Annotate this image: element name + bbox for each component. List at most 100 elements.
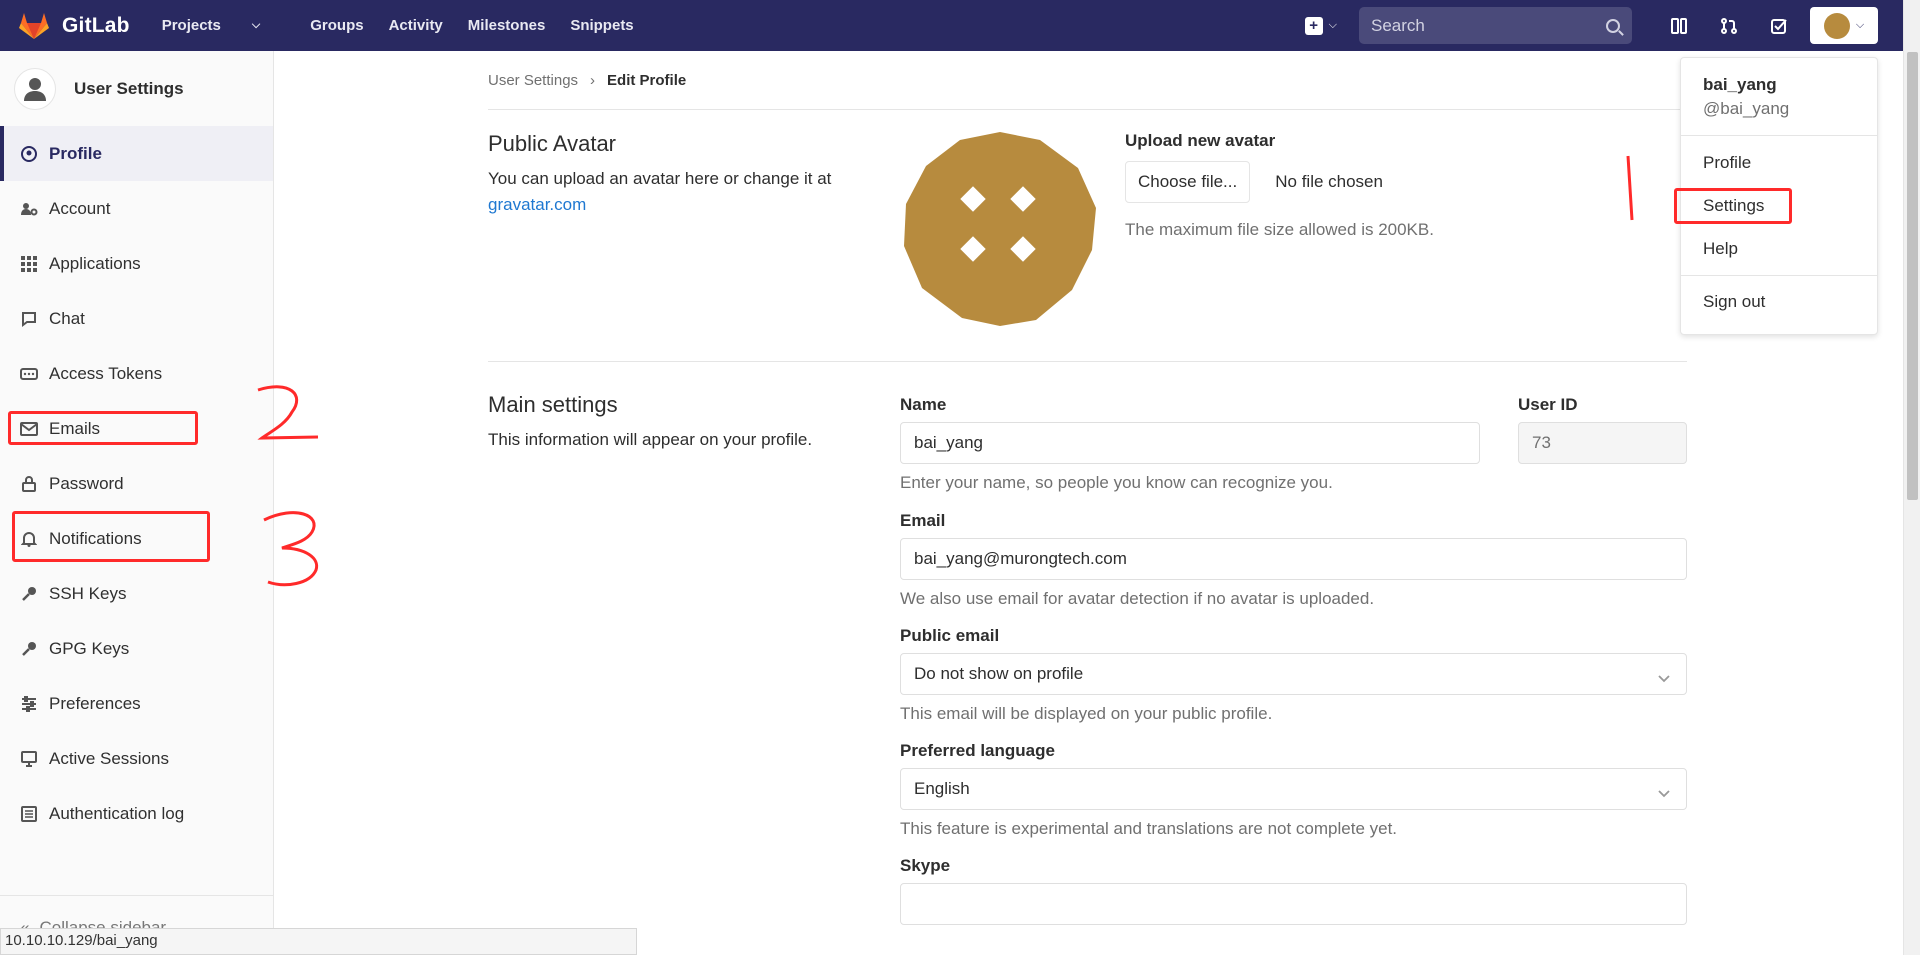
brand-name: GitLab <box>62 13 130 37</box>
language-help: This feature is experimental and transla… <box>900 819 1398 838</box>
avatar-description-text: You can upload an avatar here or change … <box>488 169 832 188</box>
choose-file-button[interactable]: Choose file... <box>1125 161 1251 203</box>
nav-activity[interactable]: Activity <box>389 17 443 34</box>
merge-requests-button[interactable] <box>1704 0 1754 51</box>
skype-label: Skype <box>900 856 951 875</box>
main-content: User Settings › Edit Profile Public Avat… <box>488 51 1688 925</box>
nav-right: + ⌵ Search ⌵ <box>1304 0 1920 51</box>
merge-request-icon <box>1721 17 1737 34</box>
nav-snippets[interactable]: Snippets <box>570 17 633 34</box>
gravatar-link[interactable]: gravatar.com <box>488 195 586 214</box>
sidebar-item-label: Access Tokens <box>49 363 163 383</box>
profile-icon <box>20 145 38 163</box>
sliders-icon <box>20 695 38 713</box>
page-scrollbar[interactable] <box>1903 0 1920 955</box>
chat-bubble-icon <box>20 310 38 328</box>
chevron-down-icon: ⌵ <box>1328 19 1337 31</box>
breadcrumb-current: Edit Profile <box>607 71 687 89</box>
sidebar-title: User Settings <box>74 78 184 98</box>
account-gears-icon <box>20 200 38 218</box>
name-help: Enter your name, so people you know can … <box>900 473 1333 492</box>
avatar-upload: Upload new avatar Choose file... No file… <box>1125 131 1434 240</box>
sidebar-items: Profile Account Applications Chat Access Tok… <box>0 126 273 841</box>
dropdown-sign-out[interactable]: Sign out <box>1681 280 1877 323</box>
sidebar-item-label: GPG Keys <box>49 638 130 658</box>
language-value: English <box>914 779 970 798</box>
language-label: Preferred language <box>900 741 1055 760</box>
gitlab-home-link[interactable]: GitLab <box>18 10 130 42</box>
sidebar-item-active-sessions[interactable]: Active Sessions <box>0 731 273 786</box>
email-field[interactable]: bai_yang@murongtech.com <box>900 538 1687 580</box>
sidebar-item-preferences[interactable]: Preferences <box>0 676 273 731</box>
annotation-box-settings <box>1674 188 1792 224</box>
user-id-label: User ID <box>1518 395 1578 414</box>
browser-status-url: 10.10.10.129/bai_yang <box>0 928 637 955</box>
public-avatar-section: Public Avatar You can upload an avatar h… <box>488 110 1687 361</box>
lock-icon <box>20 475 38 493</box>
nav-projects-label: Projects <box>161 17 221 34</box>
breadcrumb: User Settings › Edit Profile <box>488 51 1687 110</box>
main-nav: Projects ⌵ Groups Activity Milestones Sni… <box>162 17 659 34</box>
sidebar-item-gpg-keys[interactable]: GPG Keys <box>0 621 273 676</box>
sidebar-header[interactable]: User Settings <box>0 51 273 126</box>
chevron-down-icon <box>1658 783 1670 803</box>
sidebar-item-label: Applications <box>49 253 141 273</box>
sidebar-item-profile[interactable]: Profile <box>0 126 273 181</box>
dropdown-divider <box>1681 275 1877 276</box>
monitor-icon <box>20 750 38 768</box>
log-list-icon <box>20 805 38 823</box>
sidebar-item-label: Preferences <box>49 693 141 713</box>
chevron-down-icon: ⌵ <box>1855 19 1865 31</box>
sidebar-item-ssh-keys[interactable]: SSH Keys <box>0 566 273 621</box>
top-navbar: GitLab Projects ⌵ Groups Activity Milesto… <box>0 0 1920 51</box>
dropdown-help[interactable]: Help <box>1681 227 1877 270</box>
user-id-field: 73 <box>1518 422 1687 464</box>
todos-button[interactable] <box>1754 0 1804 51</box>
settings-sidebar: User Settings Profile Account Applications… <box>0 51 274 955</box>
sidebar-item-authentication-log[interactable]: Authentication log <box>0 786 273 841</box>
skype-field[interactable] <box>900 883 1687 925</box>
sidebar-item-label: SSH Keys <box>49 583 127 603</box>
sidebar-item-label: Profile <box>49 143 102 163</box>
language-select[interactable]: English <box>900 768 1687 810</box>
main-settings-description: This information will appear on your pro… <box>488 430 813 449</box>
person-icon <box>24 77 46 101</box>
sidebar-item-access-tokens[interactable]: Access Tokens <box>0 346 273 401</box>
issues-button[interactable] <box>1654 0 1704 51</box>
breadcrumb-parent[interactable]: User Settings <box>488 72 578 89</box>
public-email-label: Public email <box>900 626 1000 645</box>
public-avatar-description: You can upload an avatar here or change … <box>488 166 858 218</box>
sidebar-item-label: Account <box>49 198 111 218</box>
sidebar-item-applications[interactable]: Applications <box>0 236 273 291</box>
search-icon <box>1606 18 1620 33</box>
dropdown-user-name: bai_yang <box>1703 75 1777 94</box>
no-file-chosen: No file chosen <box>1275 172 1383 191</box>
new-item-button[interactable]: + ⌵ <box>1304 16 1337 35</box>
plus-icon: + <box>1304 16 1323 35</box>
scrollbar-thumb[interactable] <box>1907 52 1918 500</box>
key-icon <box>20 585 38 603</box>
nav-projects[interactable]: Projects ⌵ <box>162 17 286 34</box>
applications-grid-icon <box>20 255 38 273</box>
user-settings-avatar <box>14 67 56 110</box>
upload-avatar-label: Upload new avatar <box>1125 131 1276 150</box>
sidebar-item-label: Authentication log <box>49 803 185 823</box>
chevron-right-icon: › <box>590 71 596 89</box>
nav-milestones[interactable]: Milestones <box>468 17 546 34</box>
sidebar-item-account[interactable]: Account <box>0 181 273 236</box>
nav-groups[interactable]: Groups <box>310 17 363 34</box>
user-menu-button[interactable]: ⌵ <box>1810 7 1878 44</box>
name-label: Name <box>900 395 947 414</box>
key-icon <box>20 640 38 658</box>
user-avatar-large <box>904 132 1096 326</box>
annotation-box-emails <box>8 411 198 445</box>
sidebar-item-password[interactable]: Password <box>0 456 273 511</box>
gitlab-logo-icon <box>19 12 49 39</box>
dropdown-profile[interactable]: Profile <box>1681 141 1877 184</box>
public-email-select[interactable]: Do not show on profile <box>900 653 1687 695</box>
search-input[interactable]: Search <box>1359 7 1632 44</box>
name-field[interactable]: bai_yang <box>900 422 1480 464</box>
public-email-value: Do not show on profile <box>914 664 1084 683</box>
sidebar-item-chat[interactable]: Chat <box>0 291 273 346</box>
profile-form: Name bai_yang User ID 73 Enter your name… <box>900 362 1687 925</box>
